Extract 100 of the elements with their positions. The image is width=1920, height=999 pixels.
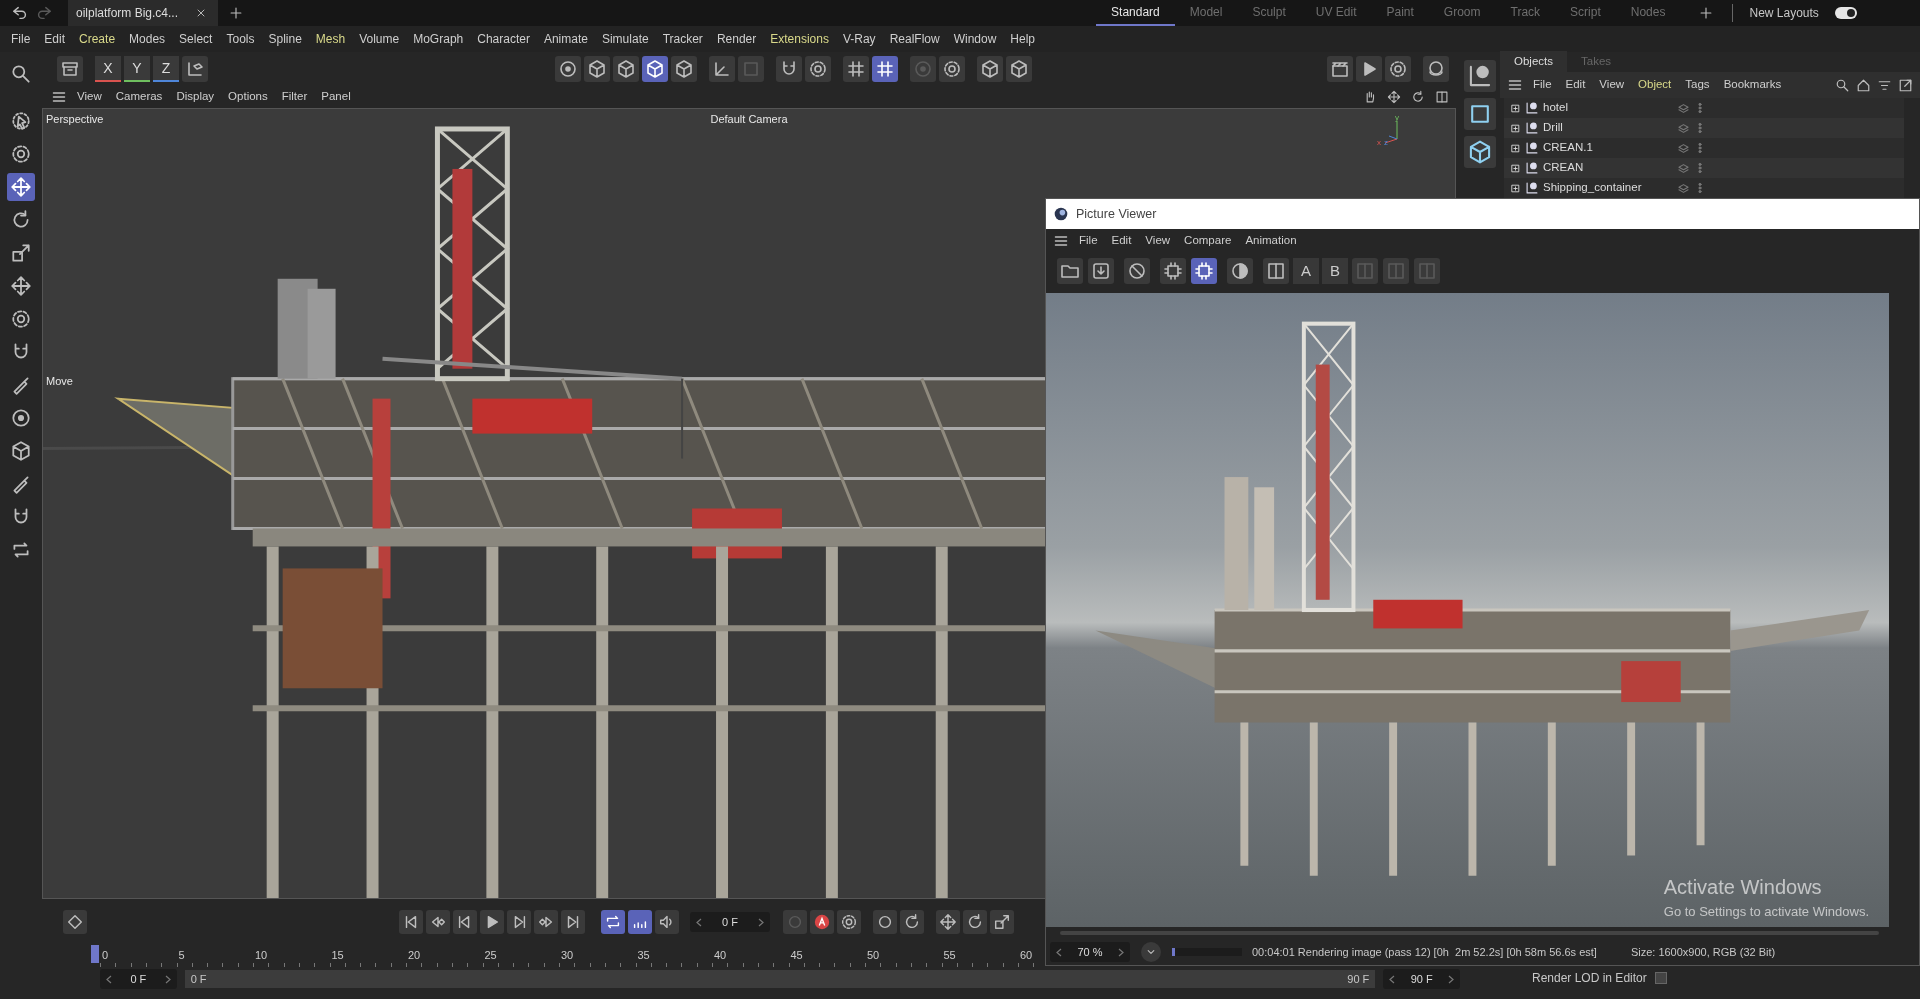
null-object-icon[interactable] xyxy=(1464,60,1496,92)
chip-icon[interactable] xyxy=(1160,258,1186,284)
menu-item[interactable]: Window xyxy=(946,28,1004,50)
viewport-menu-item[interactable]: Panel xyxy=(314,88,358,106)
move-icon[interactable] xyxy=(7,173,35,201)
end-frame-field[interactable]: 90 F xyxy=(1383,969,1460,989)
next-frame-icon[interactable] xyxy=(507,910,531,934)
spline-square-icon[interactable] xyxy=(1464,98,1496,130)
object-row[interactable]: Shipping_container xyxy=(1504,178,1904,198)
camera-label[interactable]: Default Camera xyxy=(710,111,788,128)
sound-icon[interactable] xyxy=(655,910,679,934)
coordinate-icon[interactable] xyxy=(182,56,208,82)
left-chevron-icon[interactable] xyxy=(1056,947,1062,957)
open-folder-icon[interactable] xyxy=(1057,258,1083,284)
panel-menu-item[interactable]: Object xyxy=(1631,76,1679,94)
cube-icon[interactable] xyxy=(1464,136,1496,168)
contrast-icon[interactable] xyxy=(1227,258,1253,284)
menu-item[interactable]: MoGraph xyxy=(406,28,471,50)
menu-item[interactable]: File xyxy=(4,28,38,50)
panel-menu-item[interactable]: Tags xyxy=(1678,76,1717,94)
axis-icon[interactable] xyxy=(709,56,735,82)
right-chevron-icon[interactable] xyxy=(164,974,171,984)
render-icon[interactable] xyxy=(1356,56,1382,82)
axis-toggle[interactable]: Y xyxy=(124,56,150,82)
compare-slot-button[interactable]: B xyxy=(1322,258,1348,284)
loop-icon[interactable] xyxy=(601,910,625,934)
move-key-icon[interactable] xyxy=(936,910,960,934)
next-key-icon[interactable] xyxy=(534,910,558,934)
rotate-key-icon[interactable] xyxy=(963,910,987,934)
menu-item[interactable]: Tools xyxy=(219,28,262,50)
axis-toggle[interactable]: X xyxy=(95,56,121,82)
left-chevron-icon[interactable] xyxy=(1389,974,1396,984)
panel-menu-item[interactable]: Edit xyxy=(1558,76,1593,94)
expand-icon[interactable] xyxy=(1510,142,1521,154)
gear-icon[interactable] xyxy=(837,910,861,934)
last-frame-icon[interactable] xyxy=(561,910,585,934)
layer-icon[interactable] xyxy=(1677,121,1690,135)
object-row[interactable]: CREAN xyxy=(1504,158,1904,178)
menu-item[interactable]: Render xyxy=(709,28,764,50)
expand-icon[interactable] xyxy=(1510,162,1521,174)
menu-item[interactable]: Compare xyxy=(1177,232,1239,250)
menu-item[interactable]: Mesh xyxy=(308,28,353,50)
playhead-marker[interactable] xyxy=(91,945,99,963)
magnet-icon[interactable] xyxy=(776,56,802,82)
save-icon[interactable] xyxy=(1088,258,1114,284)
left-chevron-icon[interactable] xyxy=(106,974,112,984)
expand-icon[interactable] xyxy=(1510,102,1521,114)
object-row[interactable]: Drill xyxy=(1504,118,1904,138)
grid-icon[interactable] xyxy=(843,56,869,82)
previous-frame-icon[interactable] xyxy=(453,910,477,934)
menu-item[interactable]: Spline xyxy=(261,28,309,50)
layer-icon[interactable] xyxy=(1677,141,1690,155)
menu-item[interactable]: Volume xyxy=(352,28,407,50)
keyframe-icon[interactable] xyxy=(63,910,87,934)
expand-icon[interactable] xyxy=(1510,182,1521,194)
layout-tab[interactable]: Model xyxy=(1174,0,1238,26)
object-row[interactable]: hotel xyxy=(1504,98,1904,118)
panel-menu-item[interactable]: File xyxy=(1526,76,1559,94)
layout-tab[interactable]: Script xyxy=(1555,0,1616,26)
axis-toggle[interactable]: Z xyxy=(153,56,179,82)
previous-key-icon[interactable] xyxy=(426,910,450,934)
panel-tab[interactable]: Objects xyxy=(1500,50,1567,72)
viewport-menu-item[interactable]: Display xyxy=(169,88,222,106)
viewport-menu-item[interactable]: View xyxy=(70,88,109,106)
menu-item[interactable]: Extensions xyxy=(763,28,836,50)
zoom-field[interactable]: 70 % xyxy=(1050,942,1130,962)
menu-item[interactable]: Animation xyxy=(1238,232,1304,250)
render-lod-checkbox[interactable] xyxy=(1654,972,1667,984)
play-icon[interactable] xyxy=(480,910,504,934)
menu-item[interactable]: Simulate xyxy=(594,28,656,50)
right-chevron-icon[interactable] xyxy=(758,917,764,927)
menu-item[interactable]: Help xyxy=(1003,28,1042,50)
menu-item[interactable]: View xyxy=(1138,232,1178,250)
object-row[interactable]: CREAN.1 xyxy=(1504,138,1904,158)
right-chevron-icon[interactable] xyxy=(1448,974,1454,984)
expand-icon[interactable] xyxy=(1510,122,1521,134)
frame-field[interactable]: 0 F xyxy=(690,912,770,932)
viewport-menu-item[interactable]: Options xyxy=(221,88,275,106)
right-chevron-icon[interactable] xyxy=(1118,947,1124,957)
panel-menu-item[interactable]: Bookmarks xyxy=(1716,76,1789,94)
layout-tab[interactable]: Groom xyxy=(1428,0,1496,26)
layout-tab[interactable]: Nodes xyxy=(1615,0,1681,26)
menu-item[interactable]: Create xyxy=(72,28,123,50)
toggle-switch[interactable] xyxy=(1834,7,1857,19)
panel-menu-item[interactable]: View xyxy=(1592,76,1632,94)
menu-item[interactable]: Character xyxy=(470,28,537,50)
menu-item[interactable]: Modes xyxy=(122,28,173,50)
document-tab[interactable]: oilplatform Big.c4... xyxy=(68,0,219,26)
frame-rate-icon[interactable] xyxy=(628,910,652,934)
dropdown-icon[interactable] xyxy=(1141,942,1161,962)
archive-icon[interactable] xyxy=(57,56,83,82)
menu-item[interactable]: Tracker xyxy=(655,28,710,50)
stop-icon[interactable] xyxy=(1124,258,1150,284)
viewport-menu-item[interactable]: Filter xyxy=(274,88,315,106)
viewport-menu-item[interactable]: Cameras xyxy=(108,88,170,106)
compare-slot-button[interactable]: A xyxy=(1293,258,1319,284)
menu-item[interactable]: File xyxy=(1072,232,1105,250)
layer-icon[interactable] xyxy=(1677,101,1690,115)
menu-item[interactable]: Edit xyxy=(37,28,73,50)
layout-tab[interactable]: Sculpt xyxy=(1237,0,1301,26)
